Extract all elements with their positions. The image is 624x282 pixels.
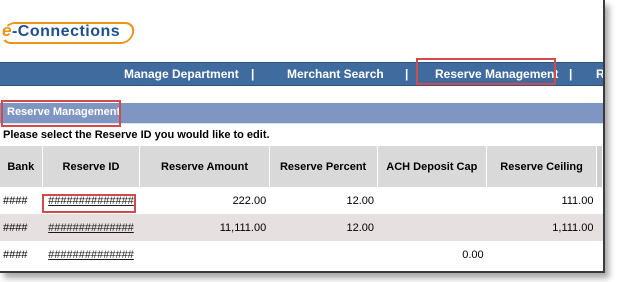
cell-reserve-ceiling: 111.00 <box>486 187 597 214</box>
browser-frame: e-Connections Manage Department | Mercha… <box>0 0 605 273</box>
column-header-reserve-ceiling[interactable]: Reserve Ceiling <box>486 146 597 187</box>
cell-truncated <box>596 214 603 241</box>
nav-highlight-box <box>416 58 556 85</box>
cell-reserve-percent: 12.00 <box>269 187 377 214</box>
nav-item-truncated[interactable]: R <box>596 67 603 81</box>
nav-merchant-search[interactable]: Merchant Search <box>287 67 384 81</box>
section-highlight-box <box>1 100 121 127</box>
nav-separator: | <box>251 67 255 81</box>
cell-reserve-id: ############## <box>42 214 140 241</box>
cell-bank: #### <box>0 187 43 214</box>
reserve-id-link[interactable]: ############## <box>48 222 134 234</box>
nav-separator: | <box>569 67 573 81</box>
cell-bank: #### <box>0 214 43 241</box>
cell-ach-deposit-cap <box>377 187 487 214</box>
column-header-truncated <box>596 146 603 187</box>
table-header-row: Bank Reserve ID Reserve Amount Reserve P… <box>0 146 603 187</box>
column-header-bank[interactable]: Bank <box>0 146 43 187</box>
column-header-reserve-amount[interactable]: Reserve Amount <box>139 146 270 187</box>
table-row: #### ############## 0.00 <box>0 241 603 268</box>
cell-truncated <box>596 187 603 214</box>
cell-bank: #### <box>0 241 43 268</box>
column-header-ach-deposit-cap[interactable]: ACH Deposit Cap <box>377 146 488 187</box>
cell-ach-deposit-cap: 0.00 <box>377 241 487 268</box>
instructions-text: Please select the Reserve ID you would l… <box>3 129 270 141</box>
cell-reserve-id: ############## <box>42 241 140 268</box>
nav-separator: | <box>405 67 409 81</box>
logo: e-Connections <box>0 21 137 44</box>
column-header-reserve-id[interactable]: Reserve ID <box>42 146 141 187</box>
cell-truncated <box>596 241 603 268</box>
cell-reserve-ceiling <box>486 241 597 268</box>
cell-reserve-percent <box>269 241 377 268</box>
nav-manage-department[interactable]: Manage Department <box>124 67 239 81</box>
cell-reserve-percent: 12.00 <box>269 214 377 241</box>
cell-reserve-ceiling: 1,111.00 <box>486 214 597 241</box>
table-row: #### ############## 11,111.00 12.00 1,11… <box>0 214 603 241</box>
reserve-id-link[interactable]: ############## <box>48 249 134 261</box>
reserve-id-highlight-box <box>42 194 136 213</box>
cell-reserve-amount: 11,111.00 <box>139 214 270 241</box>
logo-swoosh <box>0 22 137 44</box>
column-header-reserve-percent[interactable]: Reserve Percent <box>269 146 378 187</box>
cell-reserve-amount <box>139 241 270 268</box>
cell-reserve-amount: 222.00 <box>139 187 270 214</box>
cell-ach-deposit-cap <box>377 214 487 241</box>
